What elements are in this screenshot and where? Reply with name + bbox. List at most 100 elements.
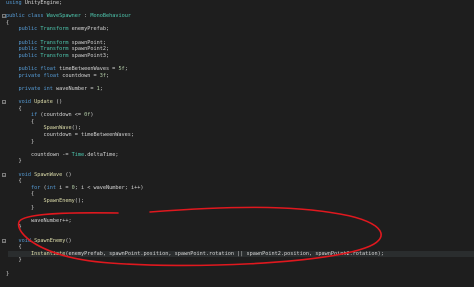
code-text: { [6, 178, 21, 185]
code-token: (enemyPrefab, spawnPoint.position, spawn… [65, 250, 384, 257]
code-line[interactable] [0, 33, 474, 40]
code-token: SpawnEnemy [34, 237, 66, 244]
code-token: { [6, 118, 35, 125]
fold-toggle-icon[interactable]: − [2, 14, 6, 19]
code-line[interactable]: SpawnWave(); [0, 125, 474, 132]
code-token: private int [6, 85, 56, 92]
code-token: ; [105, 72, 110, 79]
code-line[interactable]: public float timeBetweenWaves = 5f; [0, 66, 474, 73]
code-token: Update [34, 99, 53, 105]
code-text: private float countdown = 3f; [6, 73, 109, 80]
fold-toggle-icon[interactable]: − [2, 100, 6, 105]
code-text: { [6, 106, 21, 113]
code-token: public float [6, 66, 60, 72]
code-token: { [6, 244, 22, 251]
code-line[interactable]: countdown = timeBetweenWaves; [0, 132, 474, 139]
fold-toggle-icon[interactable]: − [2, 172, 6, 177]
code-line[interactable]: void Update () − [0, 99, 474, 106]
code-line[interactable]: { [0, 106, 474, 113]
code-text: void SpawnWave () [6, 171, 71, 179]
code-token: if [6, 112, 41, 119]
code-text: if (countdown <= 0f) [6, 112, 93, 119]
code-line[interactable] [0, 145, 474, 152]
code-line[interactable]: public Transform spawnPoint; [0, 40, 474, 47]
code-text: void Update () [6, 99, 62, 106]
code-text: public class WaveSpawner : MonoBehaviour [6, 13, 131, 20]
code-line[interactable]: void SpawnEnemy() − [0, 238, 474, 245]
code-line[interactable]: } [0, 158, 474, 165]
code-token: { [6, 19, 10, 26]
code-token: ; [124, 66, 128, 72]
code-text: public Transform spawnPoint; [6, 40, 105, 47]
code-line[interactable]: public Transform enemyPrefab; [0, 26, 474, 33]
code-token: Transform [40, 52, 69, 59]
code-token: SpawnWave [34, 171, 63, 178]
code-token: Time [71, 151, 85, 158]
code-line[interactable]: } [0, 257, 474, 264]
code-token: } [6, 270, 10, 277]
code-line[interactable]: if (countdown <= 0f) [0, 112, 474, 119]
code-line[interactable]: { [0, 20, 474, 27]
code-line[interactable] [0, 92, 474, 99]
code-line[interactable]: public Transform spawnPoint3; [0, 53, 474, 60]
code-token: for [6, 184, 44, 191]
code-token: MonoBehaviour [90, 13, 131, 20]
code-text: for (int i = 0; i < waveNumber; i++) [6, 185, 143, 192]
code-token: void [6, 99, 35, 105]
code-token: ) [90, 112, 94, 119]
code-text: SpawnEnemy(); [6, 198, 84, 205]
code-line[interactable]: for (int i = 0; i < waveNumber; i++) [0, 185, 474, 192]
code-line[interactable]: public Transform spawnPoint2; [0, 46, 474, 53]
code-line[interactable] [0, 165, 474, 172]
code-text: } [6, 224, 22, 231]
code-token: void [6, 171, 35, 178]
code-line[interactable]: { [0, 191, 474, 198]
code-text: } [6, 271, 9, 278]
code-line[interactable] [0, 59, 474, 66]
code-line[interactable]: waveNumber++; [0, 218, 474, 225]
code-line[interactable]: { [0, 119, 474, 126]
code-token: () [52, 99, 63, 105]
code-token: ; [99, 85, 103, 92]
code-line[interactable] [0, 231, 474, 238]
code-line[interactable] [0, 79, 474, 86]
code-text: } [6, 158, 21, 165]
code-line[interactable] [0, 211, 474, 218]
code-line[interactable]: } [0, 224, 474, 231]
code-token: (); [71, 125, 81, 132]
code-text: } [6, 257, 22, 264]
code-line[interactable]: Instantiate(enemyPrefab, spawnPoint.posi… [0, 251, 474, 258]
code-line[interactable] [0, 7, 474, 14]
code-editor[interactable]: using UnityEngine; public class WaveSpawn… [0, 0, 474, 287]
code-text: countdown -= Time.deltaTime; [6, 152, 118, 159]
code-line[interactable]: private int waveNumber = 1; [0, 86, 474, 93]
code-token: public [6, 26, 41, 33]
code-token: UnityEngine; [24, 0, 63, 6]
code-line[interactable] [0, 264, 474, 271]
code-line[interactable]: public class WaveSpawner : MonoBehaviour… [0, 13, 474, 20]
code-line[interactable]: SpawnEnemy(); [0, 198, 474, 205]
code-token: countdown -= [6, 151, 72, 158]
code-token: countdown = timeBetweenWaves; [6, 132, 135, 138]
code-line[interactable]: { [0, 244, 474, 251]
code-token: Transform [40, 26, 69, 33]
code-line[interactable]: { [0, 178, 474, 185]
code-line[interactable]: void SpawnWave () − [0, 172, 474, 179]
code-text: using UnityEngine; [6, 0, 62, 7]
code-token: SpawnEnemy [43, 198, 75, 204]
code-token: } [6, 257, 22, 264]
code-line[interactable]: private float countdown = 3f; [0, 73, 474, 80]
code-line[interactable]: using UnityEngine; [0, 0, 474, 7]
code-token: } [6, 224, 22, 231]
code-text: SpawnWave(); [6, 125, 81, 132]
code-line[interactable]: } [0, 205, 474, 212]
code-line[interactable]: } [0, 139, 474, 146]
code-token: } [6, 138, 35, 145]
code-text: public Transform enemyPrefab; [6, 26, 109, 33]
fold-toggle-icon[interactable]: − [2, 238, 6, 243]
code-line[interactable]: countdown -= Time.deltaTime; [0, 152, 474, 159]
code-line[interactable]: } [0, 271, 474, 278]
code-token: i = [59, 184, 72, 191]
